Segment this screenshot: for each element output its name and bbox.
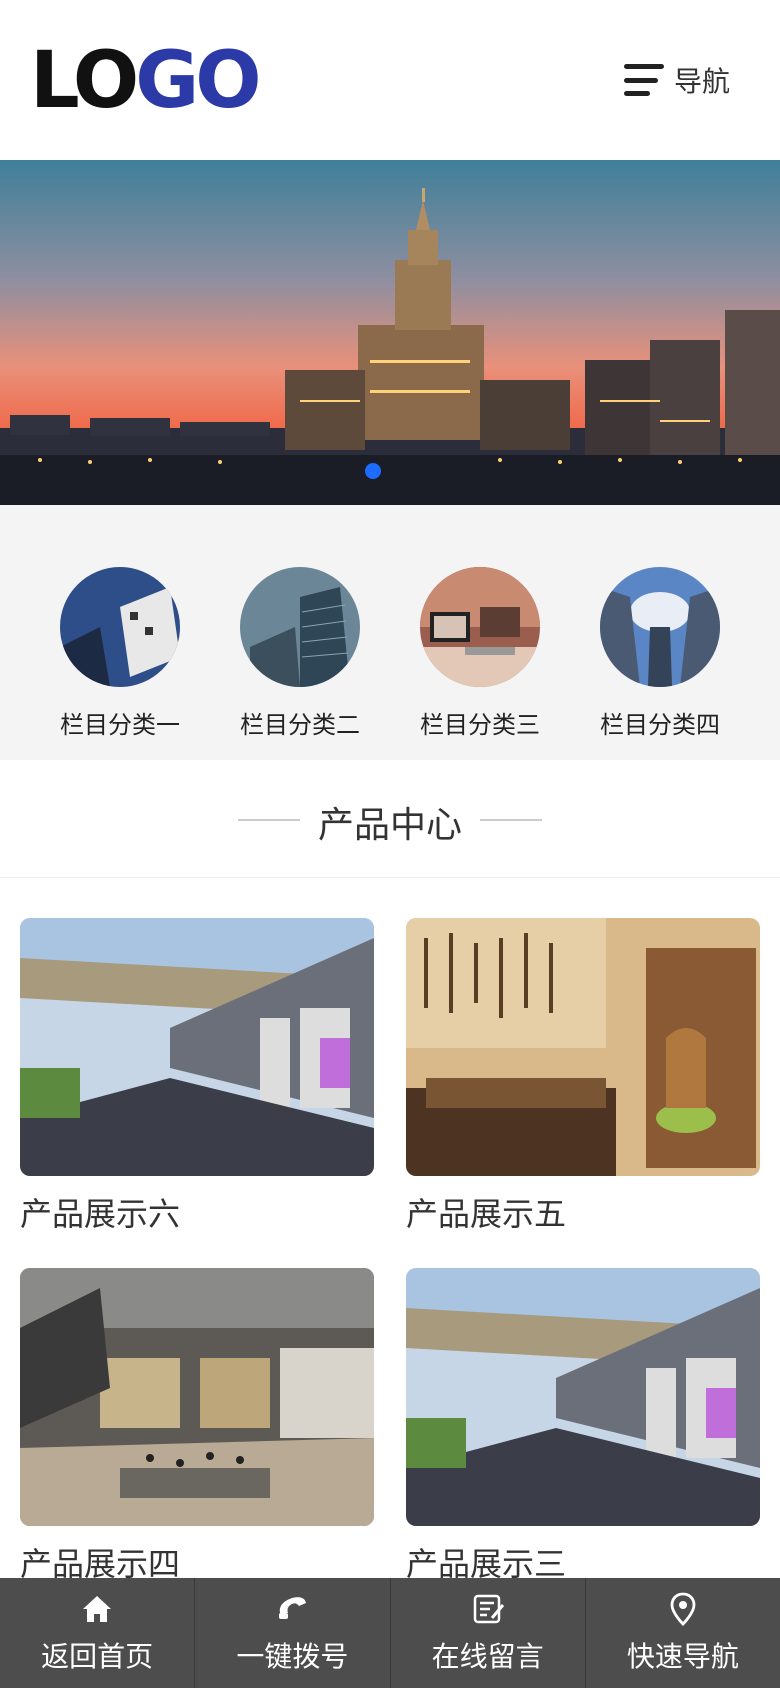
nav-label: 导航 [673, 65, 730, 98]
carousel-indicator-active[interactable] [365, 463, 381, 479]
category-label: 栏目分类四 [600, 711, 720, 739]
footer-label: 在线留言 [431, 1640, 544, 1673]
divider-right [480, 819, 542, 821]
skyscraper-photo-icon [240, 567, 360, 687]
hero-banner[interactable] [0, 160, 780, 505]
logo-text-blue: GO [135, 36, 261, 126]
product-card-6[interactable]: 产品展示六 [20, 918, 374, 1234]
category-item-4[interactable]: 栏目分类四 [585, 567, 735, 740]
footer-message-button[interactable]: 在线留言 [391, 1578, 586, 1688]
desk-photo-icon [420, 567, 540, 687]
towers-sky-photo-icon [600, 567, 720, 687]
header: LO GO 导航 [0, 0, 780, 160]
phone-icon [279, 1597, 307, 1619]
logo[interactable]: LO GO [30, 42, 262, 120]
category-item-1[interactable]: 栏目分类一 [45, 567, 195, 740]
section-header: 产品中心 [0, 760, 780, 878]
product-image [406, 918, 760, 1176]
logo-text-dark: LO [30, 36, 139, 126]
product-card-5[interactable]: 产品展示五 [406, 918, 760, 1234]
city-sunset-image [0, 160, 780, 505]
location-pin-icon [670, 1592, 696, 1626]
bottom-nav-bar: 返回首页 一键拨号 在线留言 快速导航 [0, 1578, 780, 1688]
category-item-3[interactable]: 栏目分类三 [405, 567, 555, 740]
category-label: 栏目分类二 [240, 711, 360, 739]
footer-navigation-button[interactable]: 快速导航 [586, 1578, 780, 1688]
footer-label: 快速导航 [626, 1640, 739, 1673]
home-icon [83, 1596, 112, 1622]
product-card-4[interactable]: 产品展示四 [20, 1268, 374, 1584]
footer-call-button[interactable]: 一键拨号 [195, 1578, 391, 1688]
category-label: 栏目分类三 [420, 711, 540, 739]
category-item-2[interactable]: 栏目分类二 [225, 567, 375, 740]
product-card-3[interactable]: 产品展示三 [406, 1268, 760, 1584]
message-icon [473, 1594, 504, 1624]
footer-home-button[interactable]: 返回首页 [0, 1578, 196, 1688]
section-title: 产品中心 [317, 805, 462, 846]
product-image [20, 1268, 374, 1526]
footer-label: 返回首页 [41, 1640, 154, 1673]
building-photo-icon [60, 567, 180, 687]
footer-label: 一键拨号 [236, 1640, 349, 1673]
product-image [406, 1268, 760, 1526]
hamburger-icon [623, 60, 664, 100]
product-image [20, 918, 374, 1176]
product-name: 产品展示五 [406, 1195, 567, 1233]
category-label: 栏目分类一 [60, 711, 180, 739]
category-strip: 栏目分类一 栏目分类二 栏目分类三 栏目分类四 [0, 505, 780, 760]
nav-menu-button[interactable]: 导航 [623, 60, 730, 100]
product-name: 产品展示六 [20, 1195, 181, 1233]
